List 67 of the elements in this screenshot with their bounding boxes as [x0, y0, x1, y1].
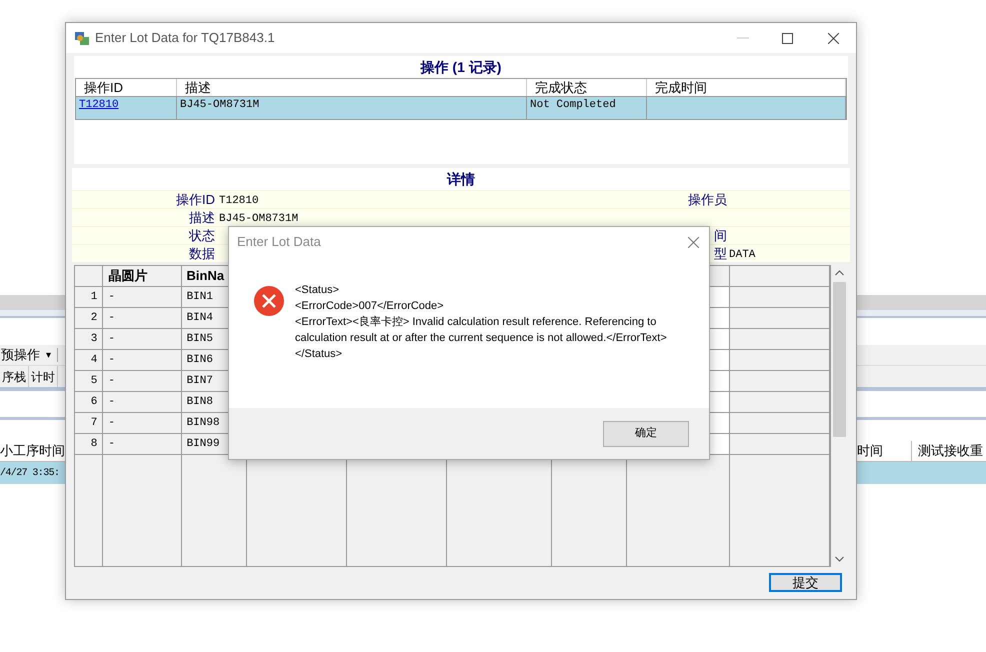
table-cell: BJ45-OM8731M: [180, 99, 260, 111]
error-message-line: <ErrorText><良率卡控> Invalid calculation result reference. Referencing to calculation result at or after the current sequence is not allowed.</ErrorText>: [295, 314, 668, 346]
table-cell-text: BIN99: [186, 436, 220, 452]
table-row[interactable]: T12810 BJ45-OM8731M Not Completed: [76, 97, 846, 119]
section-title: 详情: [446, 170, 476, 188]
row-number: 1: [90, 290, 98, 305]
table-cell-text: -: [108, 374, 115, 389]
row-number: 5: [90, 374, 98, 389]
table-cell-text: BIN98: [186, 416, 220, 431]
table-cell-text: BIN5: [186, 332, 213, 347]
dialog-title: Enter Lot Data: [237, 233, 321, 252]
table-cell-text: BIN8: [186, 394, 213, 410]
close-icon[interactable]: [828, 32, 839, 44]
close-icon[interactable]: [688, 236, 699, 248]
dropdown-caret[interactable]: ▾: [46, 348, 51, 362]
error-icon: [254, 286, 284, 316]
row-number: 8: [90, 436, 98, 452]
error-message-line: <Status>: [295, 283, 340, 298]
error-message-line: </Status>: [295, 347, 344, 362]
error-message-line: <ErrorCode>007</ErrorCode>: [295, 299, 445, 314]
table-cell-text: -: [108, 416, 115, 431]
row-number: 3: [90, 332, 98, 347]
field-label: 描述: [189, 208, 215, 227]
toolbar-menu-label[interactable]: 预操作: [0, 345, 40, 365]
table-cell-text: BIN6: [186, 352, 213, 368]
maximize-icon[interactable]: [782, 32, 793, 44]
column-header: 操作ID: [76, 79, 177, 96]
field-label: 型: [714, 244, 727, 263]
column-header: 描述: [177, 79, 527, 96]
row-number: 4: [90, 352, 98, 368]
table-cell-text: -: [108, 310, 115, 326]
table-cell-text: BIN1: [186, 290, 213, 305]
table-cell-text: -: [108, 436, 115, 452]
column-header: 完成状态: [527, 79, 647, 96]
column-header: 晶圆片: [108, 267, 148, 286]
window-title: Enter Lot Data for TQ17B843.1: [95, 29, 275, 48]
scroll-up-icon[interactable]: [835, 270, 844, 276]
table-cell-text: BIN4: [186, 310, 213, 326]
column-header: 小工序时间: [0, 442, 65, 460]
field-value: DATA: [729, 248, 756, 261]
row-number: 6: [90, 394, 98, 410]
column-header: BinNa: [186, 267, 224, 286]
row-number: 7: [90, 416, 98, 431]
column-header: 测试接收重: [917, 442, 984, 460]
table-cell-text: -: [108, 290, 115, 305]
ok-button[interactable]: 确定: [603, 420, 689, 446]
table-cell-text: BIN7: [186, 374, 213, 389]
table-cell-text: -: [108, 352, 115, 368]
field-label: 操作ID: [176, 190, 215, 209]
scroll-down-icon[interactable]: [835, 556, 844, 562]
table-cell: Not Completed: [530, 99, 616, 111]
column-header: 完成时间: [647, 79, 846, 96]
field-value: T12810: [219, 194, 259, 207]
field-label: 数据: [189, 244, 215, 263]
field-label: 状态: [189, 226, 215, 245]
table-cell-text: -: [108, 394, 115, 410]
field-value: BJ45-OM8731M: [219, 212, 298, 225]
field-label: 间: [714, 226, 727, 245]
table-cell-text: /4/27 3:35:: [0, 466, 60, 480]
table-row-left[interactable]: /4/27 3:35:: [0, 462, 65, 484]
field-label: 操作员: [688, 190, 727, 209]
operation-link[interactable]: T12810: [79, 99, 119, 111]
row-number: 2: [90, 310, 98, 326]
section-title: 操作 (1 记录): [419, 58, 502, 77]
app-icon: [74, 30, 90, 46]
table-cell-text: -: [108, 332, 115, 347]
submit-button[interactable]: 提交: [769, 573, 842, 592]
